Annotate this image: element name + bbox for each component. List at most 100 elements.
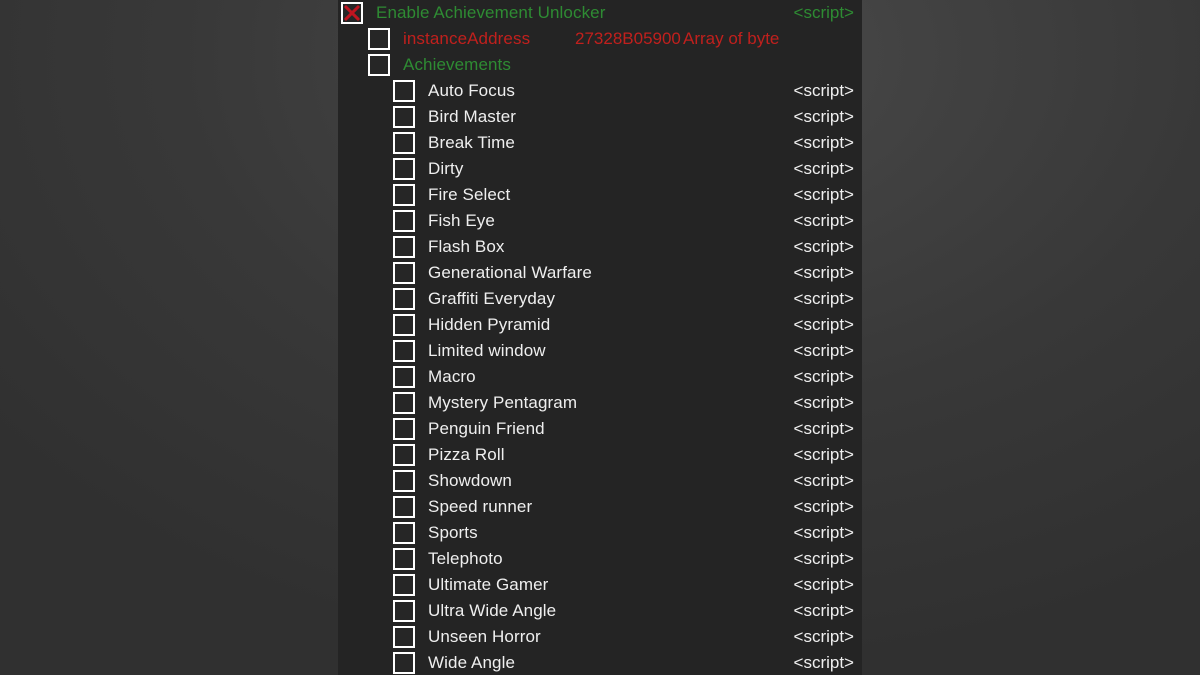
table-row[interactable]: Showdown <script>: [338, 468, 862, 494]
row-label: Dirty: [428, 159, 464, 178]
row-label: Sports: [428, 523, 478, 542]
checkbox-enable-achievement-unlocker[interactable]: [341, 2, 363, 24]
table-row-achievements-group[interactable]: Achievements: [338, 52, 862, 78]
checkbox-achievements-group[interactable]: [368, 54, 390, 76]
checkbox-achievement[interactable]: [393, 314, 415, 336]
row-script-type: <script>: [793, 289, 854, 308]
row-label: Graffiti Everyday: [428, 289, 556, 308]
table-row-enable-achievement-unlocker[interactable]: Enable Achievement Unlocker <script>: [338, 0, 862, 26]
checkbox-achievement[interactable]: [393, 80, 415, 102]
checkbox-achievement[interactable]: [393, 158, 415, 180]
row-label: Penguin Friend: [428, 419, 545, 438]
row-label: Break Time: [428, 133, 515, 152]
row-label: Enable Achievement Unlocker: [376, 3, 606, 22]
table-row[interactable]: Bird Master <script>: [338, 104, 862, 130]
table-row[interactable]: Fish Eye <script>: [338, 208, 862, 234]
row-script-type: <script>: [793, 471, 854, 490]
table-row[interactable]: Wide Angle <script>: [338, 650, 862, 675]
table-row[interactable]: Ultra Wide Angle <script>: [338, 598, 862, 624]
row-label: Wide Angle: [428, 653, 515, 672]
table-row[interactable]: Auto Focus <script>: [338, 78, 862, 104]
checkbox-achievement[interactable]: [393, 444, 415, 466]
checkbox-achievement[interactable]: [393, 522, 415, 544]
table-row[interactable]: Break Time <script>: [338, 130, 862, 156]
row-script-type: <script>: [793, 549, 854, 568]
row-script-type: <script>: [793, 627, 854, 646]
checkbox-achievement[interactable]: [393, 262, 415, 284]
row-script-type: <script>: [793, 497, 854, 516]
row-script-type: <script>: [793, 159, 854, 178]
row-label: Bird Master: [428, 107, 517, 126]
checkbox-achievement[interactable]: [393, 132, 415, 154]
table-row[interactable]: Sports <script>: [338, 520, 862, 546]
table-row[interactable]: Mystery Pentagram <script>: [338, 390, 862, 416]
row-script-type: <script>: [793, 211, 854, 230]
row-script-type: <script>: [793, 3, 854, 22]
checkbox-achievement[interactable]: [393, 626, 415, 648]
checkbox-achievement[interactable]: [393, 288, 415, 310]
table-row[interactable]: Speed runner <script>: [338, 494, 862, 520]
checkbox-achievement[interactable]: [393, 340, 415, 362]
row-script-type: <script>: [793, 393, 854, 412]
row-label: Hidden Pyramid: [428, 315, 551, 334]
table-row[interactable]: Penguin Friend <script>: [338, 416, 862, 442]
cheat-table-panel: Enable Achievement Unlocker <script> ins…: [338, 0, 862, 675]
row-label: Auto Focus: [428, 81, 515, 100]
row-label: Generational Warfare: [428, 263, 592, 282]
row-script-type: <script>: [793, 575, 854, 594]
row-label: Fire Select: [428, 185, 511, 204]
row-script-type: <script>: [793, 367, 854, 386]
row-script-type: <script>: [793, 237, 854, 256]
row-label: Fish Eye: [428, 211, 495, 230]
checkbox-achievement[interactable]: [393, 548, 415, 570]
row-label: Telephoto: [428, 549, 503, 568]
row-script-type: <script>: [793, 133, 854, 152]
row-label: Limited window: [428, 341, 546, 360]
table-row[interactable]: Macro <script>: [338, 364, 862, 390]
row-address-value: 27328B05900: [575, 29, 681, 48]
checkbox-achievement[interactable]: [393, 418, 415, 440]
achievement-list: Auto Focus <script> Bird Master <script> Bre…: [338, 78, 862, 675]
row-label: Achievements: [403, 55, 511, 74]
checkbox-instance-address[interactable]: [368, 28, 390, 50]
checkbox-achievement[interactable]: [393, 106, 415, 128]
row-script-type: <script>: [793, 81, 854, 100]
row-label: Ultra Wide Angle: [428, 601, 557, 620]
row-label: Macro: [428, 367, 476, 386]
table-row[interactable]: Generational Warfare <script>: [338, 260, 862, 286]
checkbox-achievement[interactable]: [393, 236, 415, 258]
row-label: Unseen Horror: [428, 627, 541, 646]
row-label: Pizza Roll: [428, 445, 505, 464]
table-row-instance-address[interactable]: instanceAddress 27328B05900 Array of byt…: [338, 26, 862, 52]
row-label: Ultimate Gamer: [428, 575, 549, 594]
row-label: Speed runner: [428, 497, 533, 516]
checkbox-achievement[interactable]: [393, 470, 415, 492]
table-row[interactable]: Hidden Pyramid <script>: [338, 312, 862, 338]
table-row[interactable]: Unseen Horror <script>: [338, 624, 862, 650]
checkbox-achievement[interactable]: [393, 210, 415, 232]
row-label: Mystery Pentagram: [428, 393, 578, 412]
table-row[interactable]: Limited window <script>: [338, 338, 862, 364]
row-label: instanceAddress: [403, 29, 531, 48]
row-script-type: <script>: [793, 263, 854, 282]
table-row[interactable]: Flash Box <script>: [338, 234, 862, 260]
table-row[interactable]: Ultimate Gamer <script>: [338, 572, 862, 598]
row-script-type: <script>: [793, 107, 854, 126]
checkbox-achievement[interactable]: [393, 184, 415, 206]
checkbox-achievement[interactable]: [393, 392, 415, 414]
row-script-type: <script>: [793, 523, 854, 542]
table-row[interactable]: Dirty <script>: [338, 156, 862, 182]
checkbox-achievement[interactable]: [393, 600, 415, 622]
table-row[interactable]: Pizza Roll <script>: [338, 442, 862, 468]
checkbox-achievement[interactable]: [393, 652, 415, 674]
checkbox-achievement[interactable]: [393, 366, 415, 388]
table-row[interactable]: Telephoto <script>: [338, 546, 862, 572]
row-script-type: <script>: [793, 341, 854, 360]
row-script-type: <script>: [793, 315, 854, 334]
checkbox-achievement[interactable]: [393, 574, 415, 596]
table-row[interactable]: Graffiti Everyday <script>: [338, 286, 862, 312]
screen: Enable Achievement Unlocker <script> ins…: [0, 0, 1200, 675]
row-label: Flash Box: [428, 237, 505, 256]
table-row[interactable]: Fire Select <script>: [338, 182, 862, 208]
checkbox-achievement[interactable]: [393, 496, 415, 518]
